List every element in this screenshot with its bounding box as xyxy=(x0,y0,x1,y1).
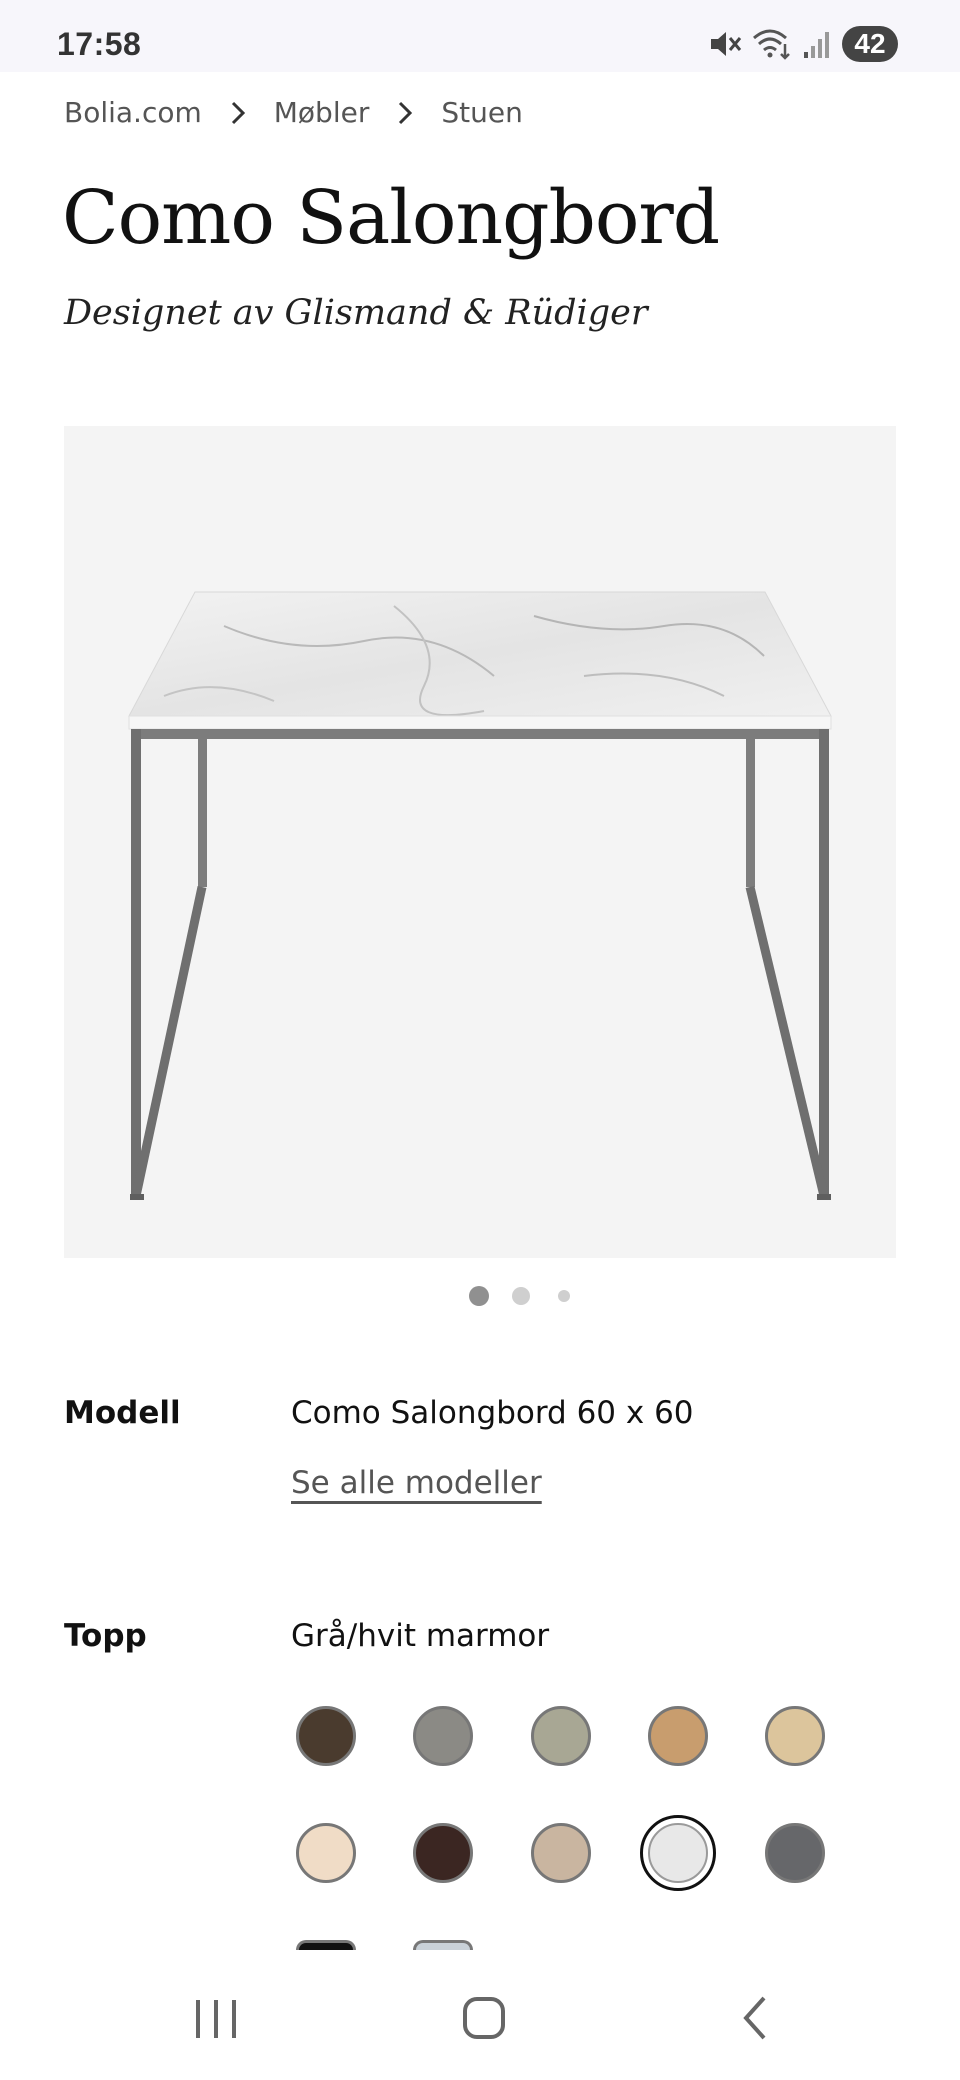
swatch-brown-marble[interactable] xyxy=(413,1823,473,1883)
product-image[interactable] xyxy=(64,426,896,1258)
back-button[interactable] xyxy=(684,1950,824,2080)
home-icon xyxy=(463,1997,505,2039)
mute-icon xyxy=(708,28,742,60)
top-label: Topp xyxy=(64,1618,147,1654)
back-icon xyxy=(743,1996,766,2040)
status-bar: 17:58 42 xyxy=(0,0,960,72)
page-title: Como Salongbord xyxy=(62,175,720,261)
recent-apps-button[interactable] xyxy=(146,1950,286,2080)
signal-icon xyxy=(802,28,832,60)
chevron-right-icon xyxy=(397,100,413,126)
system-nav-bar xyxy=(0,1950,960,2080)
carousel-dot-3[interactable] xyxy=(558,1290,570,1302)
breadcrumb-item-home[interactable]: Bolia.com xyxy=(64,96,202,129)
swatch-grey-white-marble[interactable] xyxy=(648,1823,708,1883)
chevron-right-icon xyxy=(230,100,246,126)
swatch-light-oak[interactable] xyxy=(765,1706,825,1766)
model-label: Modell xyxy=(64,1395,181,1431)
designer-subtitle: Designet av Glismand & Rüdiger xyxy=(64,293,648,333)
home-button[interactable] xyxy=(414,1950,554,2080)
swatch-travertine[interactable] xyxy=(531,1823,591,1883)
model-value: Como Salongbord 60 x 60 xyxy=(291,1395,694,1431)
breadcrumb-item-mobler[interactable]: Møbler xyxy=(274,96,370,129)
top-value: Grå/hvit marmor xyxy=(291,1618,550,1654)
carousel-dot-2[interactable] xyxy=(512,1287,530,1305)
swatch-dark-oak[interactable] xyxy=(296,1706,356,1766)
battery-icon: 42 xyxy=(842,26,898,62)
see-all-models-link[interactable]: Se alle modeller xyxy=(291,1465,542,1501)
carousel-dot-1[interactable] xyxy=(469,1286,489,1306)
swatch-black-marble[interactable] xyxy=(296,1940,356,1950)
wifi-icon xyxy=(752,28,792,60)
recent-apps-icon xyxy=(196,2000,236,2038)
status-time: 17:58 xyxy=(57,26,142,62)
coffee-table-illustration xyxy=(128,591,832,1200)
swatch-cream[interactable] xyxy=(296,1823,356,1883)
swatch-sage-stone[interactable] xyxy=(531,1706,591,1766)
swatch-oiled-oak[interactable] xyxy=(648,1706,708,1766)
carousel-dots xyxy=(0,1284,960,1308)
swatch-dark-grey-marble[interactable] xyxy=(765,1823,825,1883)
swatch-light-blue-grey[interactable] xyxy=(413,1940,473,1950)
swatch-grey-stone[interactable] xyxy=(413,1706,473,1766)
status-icons: 42 xyxy=(708,24,898,64)
breadcrumb: Bolia.com Møbler Stuen xyxy=(64,96,523,129)
breadcrumb-item-stuen[interactable]: Stuen xyxy=(441,96,522,129)
